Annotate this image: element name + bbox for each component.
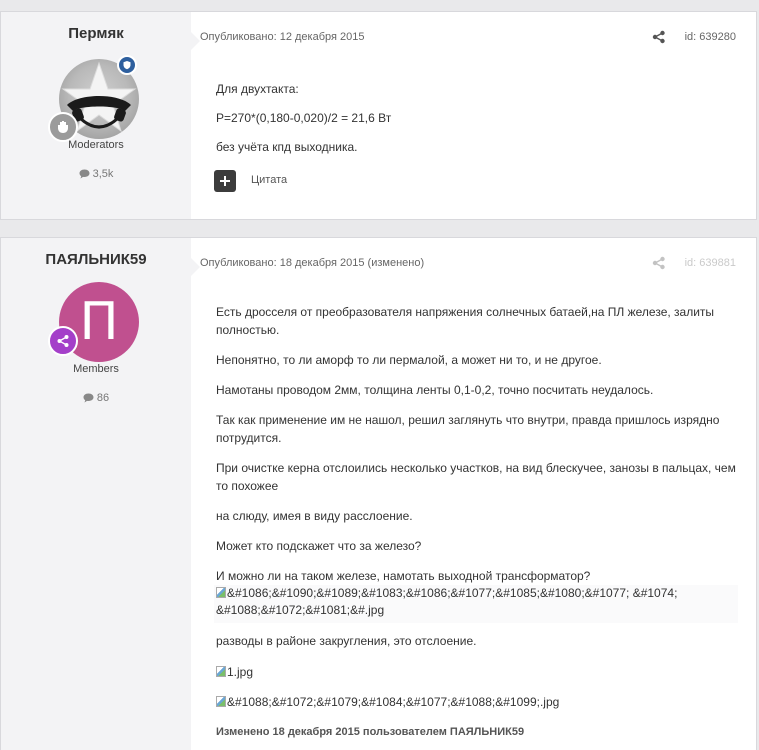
post-body: Может кто подскажет что за железо? — [216, 537, 736, 555]
share-icon[interactable] — [652, 256, 666, 270]
post-body: без учёта кпд выходника. — [216, 138, 736, 156]
image-alt-text: &#1088;&#1072;&#1079;&#1084;&#1077;&#108… — [227, 695, 560, 709]
post-body: на слюду, имея в виду расслоение. — [216, 507, 736, 525]
comment-icon — [83, 393, 94, 403]
post-paragraph: P=270*(0,180-0,020)/2 = 21,6 Вт — [216, 111, 392, 125]
user-group: Moderators — [68, 139, 124, 151]
post-paragraph: Намотаны проводом 2мм, толщина ленты 0,1… — [216, 383, 654, 397]
quote-label[interactable]: Цитата — [251, 174, 287, 186]
post-paragraph: Так как применение им не нашол, решил за… — [216, 413, 720, 445]
post-count-value: 86 — [96, 392, 110, 404]
rank-badge-icon — [48, 326, 78, 356]
broken-image-icon — [216, 666, 226, 677]
post-date[interactable]: Опубликовано: 18 декабря 2015 (изменено) — [200, 257, 424, 269]
comment-icon — [79, 169, 90, 179]
broken-image[interactable]: &#1086;&#1090;&#1089;&#1083;&#1086;&#107… — [214, 585, 738, 623]
post-paragraph: на слюду, имея в виду расслоение. — [216, 509, 413, 523]
post-paragraph: Может кто подскажет что за железо? — [216, 539, 422, 553]
post-paragraph: И можно ли на таком железе, намотать вых… — [216, 569, 591, 583]
forum-post: Пермяк Moderators 3,5k Опубликовано: 12 … — [0, 11, 757, 220]
post-body: При очистке керна отслоились несколько у… — [216, 459, 736, 495]
post-id[interactable]: id: 639280 — [685, 31, 736, 43]
moderator-shield-icon — [117, 55, 137, 75]
image-alt-text: &#1086;&#1090;&#1089;&#1083;&#1086;&#107… — [227, 586, 678, 600]
post-count-value: 3,5k — [92, 168, 114, 180]
post-paragraph: Есть дросселя от преобразователя напряже… — [216, 305, 715, 337]
edited-note: Изменено 18 декабря 2015 пользователем П… — [216, 726, 525, 738]
rank-badge-icon — [48, 112, 78, 142]
post-body: Для двухтакта: — [216, 80, 736, 98]
broken-image-icon — [216, 696, 226, 707]
author-panel: ПАЯЛЬНИК59 П Members 86 — [1, 238, 200, 750]
share-icon[interactable] — [652, 30, 666, 44]
user-group: Members — [73, 363, 119, 375]
post-paragraph: Непонятно, то ли аморф то ли пермалой, а… — [216, 353, 602, 367]
post-paragraph: Для двухтакта: — [216, 82, 299, 96]
post-body: Так как применение им не нашол, решил за… — [216, 411, 736, 447]
broken-image-icon — [216, 587, 226, 598]
post-body: Непонятно, то ли аморф то ли пермалой, а… — [216, 351, 736, 369]
post-body: разводы в районе закругления, это отслое… — [216, 632, 736, 650]
post-body: P=270*(0,180-0,020)/2 = 21,6 Вт — [216, 109, 736, 127]
post-count: 3,5k — [1, 168, 191, 180]
post-content: Опубликовано: 12 декабря 2015 id: 639280… — [198, 12, 756, 219]
post-paragraph: без учёта кпд выходника. — [216, 140, 358, 154]
post-count: 86 — [1, 392, 191, 404]
post-paragraph: При очистке керна отслоились несколько у… — [216, 461, 736, 493]
image-caption: разводы в районе закругления, это отслое… — [216, 634, 477, 648]
author-name[interactable]: ПАЯЛЬНИК59 — [1, 251, 191, 268]
forum-post: ПАЯЛЬНИК59 П Members 86 Опубликовано: 18… — [0, 237, 757, 750]
image-alt-text: &#1088;&#1072;&#1081;&#.jpg — [216, 603, 385, 617]
post-body: Намотаны проводом 2мм, толщина ленты 0,1… — [216, 381, 736, 399]
post-id[interactable]: id: 639881 — [685, 257, 736, 269]
post-date[interactable]: Опубликовано: 12 декабря 2015 — [200, 31, 364, 43]
broken-image[interactable]: 1.jpg — [216, 663, 253, 681]
plus-icon — [220, 176, 230, 186]
image-alt-text: 1.jpg — [227, 665, 254, 679]
broken-image[interactable]: &#1088;&#1072;&#1079;&#1084;&#1077;&#108… — [216, 693, 559, 711]
post-body: Есть дросселя от преобразователя напряже… — [216, 303, 736, 339]
post-body: И можно ли на таком железе, намотать вых… — [216, 567, 736, 585]
page: Пермяк Moderators 3,5k Опубликовано: 12 … — [0, 0, 759, 750]
post-content: Опубликовано: 18 декабря 2015 (изменено)… — [198, 238, 756, 750]
author-panel: Пермяк Moderators 3,5k — [1, 12, 200, 219]
author-name[interactable]: Пермяк — [1, 25, 191, 42]
quote-button[interactable] — [214, 170, 236, 192]
